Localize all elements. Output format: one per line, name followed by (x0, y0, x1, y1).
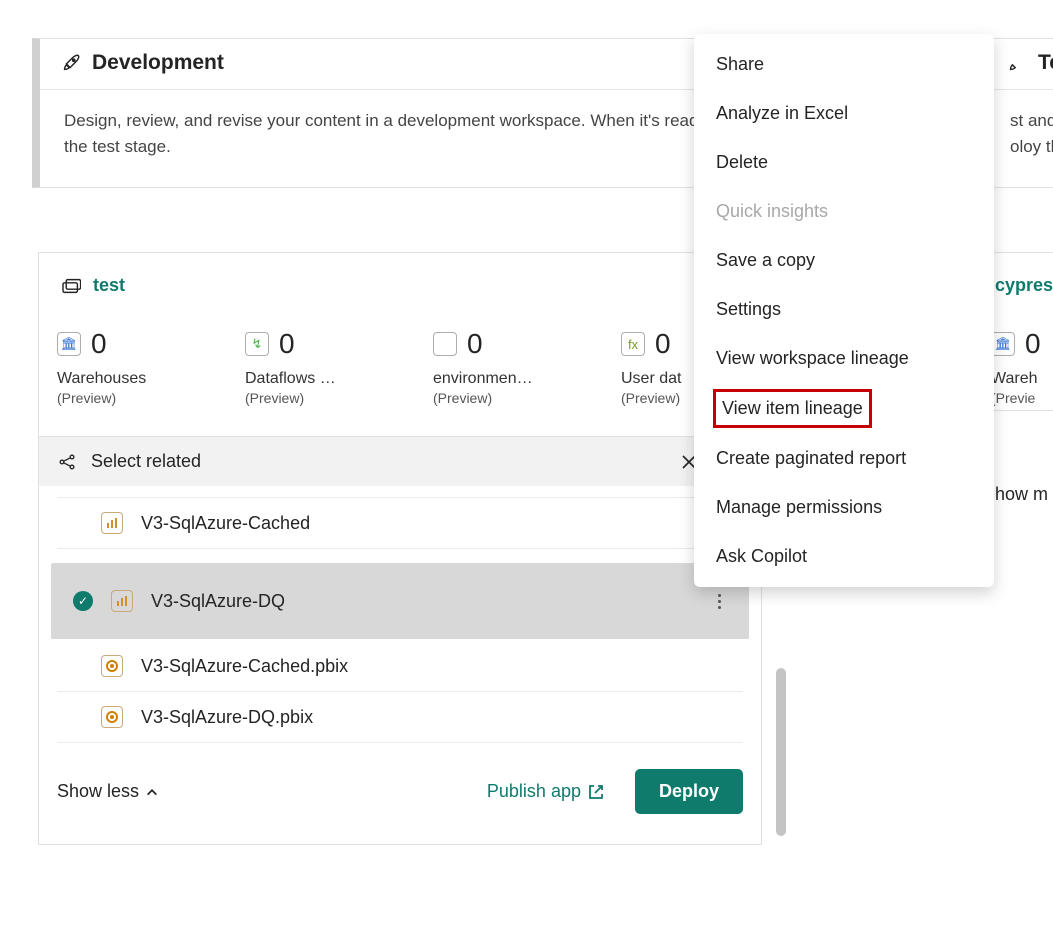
workspace-card: test 🏛 0 Warehouses (Preview) ↯ 0 Datafl… (38, 252, 762, 845)
workspace-name[interactable]: test (93, 275, 125, 296)
show-more-fragment[interactable]: how m (995, 484, 1048, 505)
context-menu-item[interactable]: Ask Copilot (694, 532, 994, 581)
metric-label: Warehouses (57, 370, 231, 388)
metric-preview: (Preview) (57, 390, 231, 406)
workspace-icon (61, 278, 81, 294)
metric-item[interactable]: 0 environmen… (Preview) (433, 328, 607, 406)
workspace-name-2[interactable]: cypres (995, 275, 1053, 296)
item-list: V3-SqlAzure-Cached ✓ V3-SqlAzure-DQ V3-S… (39, 486, 761, 743)
show-less-label: Show less (57, 781, 139, 802)
metric-item[interactable]: 🏛 0 Warehouses (Preview) (57, 328, 231, 406)
metric-count: 0 (91, 328, 107, 360)
context-menu-item[interactable]: Share (694, 40, 994, 89)
stage-description-test: st and v oloy the (986, 90, 1053, 187)
context-menu-item[interactable]: Delete (694, 138, 994, 187)
item-type-icon (101, 512, 123, 534)
item-name: V3-SqlAzure-Cached.pbix (141, 656, 348, 677)
metric-item[interactable]: 🏛 0 Wareh (Previe (991, 328, 1053, 406)
metric-label: Dataflows … (245, 370, 419, 388)
context-menu-item: Quick insights (694, 187, 994, 236)
check-icon: ✓ (73, 591, 93, 611)
test-stage-card: Test st and v oloy the (985, 38, 1053, 188)
metric-preview: (Preview) (245, 390, 419, 406)
test-body-line2: oloy the (1010, 137, 1053, 156)
context-menu-item-highlighted[interactable]: View item lineage (713, 389, 872, 428)
scrollbar-thumb[interactable] (776, 668, 786, 836)
context-menu-item[interactable]: Save a copy (694, 236, 994, 285)
deploy-button[interactable]: Deploy (635, 769, 743, 814)
metric-icon (433, 332, 457, 356)
context-menu-item[interactable]: View workspace lineage (694, 334, 994, 383)
rocket-icon (1006, 52, 1028, 74)
metric-label: environmen… (433, 370, 607, 388)
list-row-partial (57, 486, 743, 498)
more-options-button[interactable] (705, 585, 733, 617)
stage-title: Development (92, 51, 224, 75)
context-menu: ShareAnalyze in ExcelDeleteQuick insight… (694, 34, 994, 587)
metric-icon: 🏛 (991, 332, 1015, 356)
context-menu-item[interactable]: Analyze in Excel (694, 89, 994, 138)
context-menu-item[interactable]: Create paginated report (694, 434, 994, 483)
metrics-row: 🏛 0 Warehouses (Preview) ↯ 0 Dataflows …… (39, 308, 761, 410)
show-less-toggle[interactable]: Show less (57, 781, 159, 802)
external-link-icon (587, 783, 605, 801)
item-name: V3-SqlAzure-DQ (151, 591, 285, 612)
list-item[interactable]: V3-SqlAzure-Cached (57, 498, 743, 549)
metric-item[interactable]: ↯ 0 Dataflows … (Preview) (245, 328, 419, 406)
select-related-bar: Select related 1 s (39, 436, 761, 486)
metric-icon: fx (621, 332, 645, 356)
list-item[interactable]: ✓ V3-SqlAzure-DQ (51, 563, 749, 639)
item-type-icon (101, 706, 123, 728)
select-related-label: Select related (91, 451, 201, 472)
publish-app-label: Publish app (487, 781, 581, 802)
item-name: V3-SqlAzure-Cached (141, 513, 310, 534)
metric-icon: ↯ (245, 332, 269, 356)
list-item[interactable]: V3-SqlAzure-Cached.pbix (57, 641, 743, 692)
item-type-icon (101, 655, 123, 677)
metric-preview: (Previe (991, 390, 1053, 406)
metric-count: 0 (655, 328, 671, 360)
publish-app-link[interactable]: Publish app (487, 781, 605, 802)
metric-count: 0 (1025, 328, 1041, 360)
metric-label: Wareh (991, 370, 1053, 388)
metric-count: 0 (467, 328, 483, 360)
item-name: V3-SqlAzure-DQ.pbix (141, 707, 313, 728)
stage-header-test: Test (986, 39, 1053, 90)
related-icon (57, 452, 77, 472)
metric-preview: (Preview) (433, 390, 607, 406)
test-body-line1: st and v (1010, 111, 1053, 130)
context-menu-item[interactable]: Manage permissions (694, 483, 994, 532)
item-type-icon (111, 590, 133, 612)
list-item[interactable]: V3-SqlAzure-DQ.pbix (57, 692, 743, 743)
metric-icon: 🏛 (57, 332, 81, 356)
workspace-footer: Show less Publish app Deploy (39, 743, 761, 844)
workspace-header: test (39, 253, 761, 308)
chevron-up-icon (145, 785, 159, 799)
rocket-icon (60, 52, 82, 74)
metric-count: 0 (279, 328, 295, 360)
context-menu-item[interactable]: Settings (694, 285, 994, 334)
stage-title-test: Test (1038, 51, 1053, 75)
